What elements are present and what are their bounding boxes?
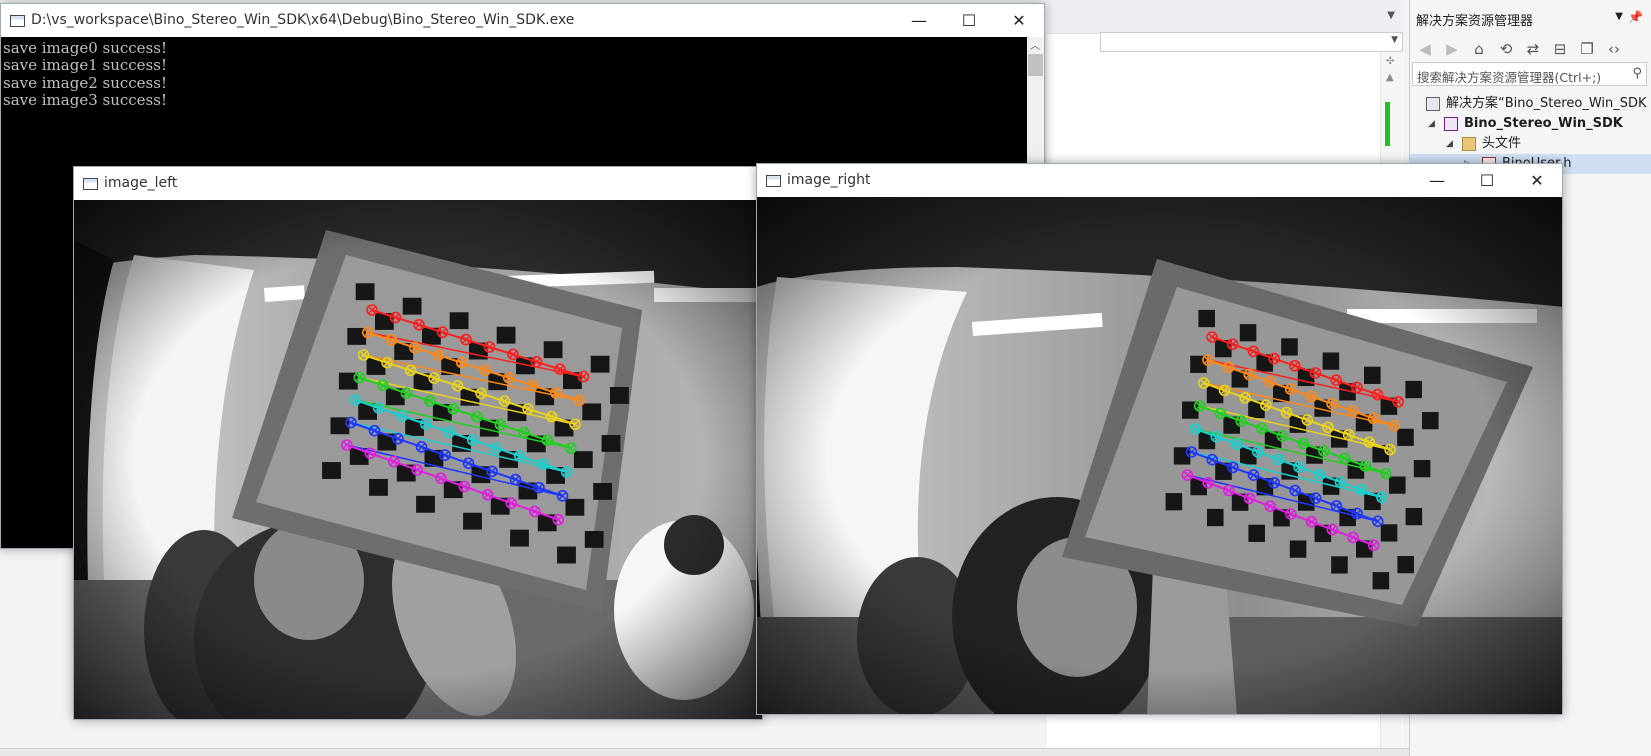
tree-item-solution[interactable]: 解决方案“Bino_Stereo_Win_SDK (1410, 94, 1651, 114)
chevron-down-icon: ▼ (1391, 35, 1398, 45)
solution-icon (1426, 97, 1440, 111)
close-icon[interactable]: ✕ (994, 4, 1044, 37)
maximize-icon[interactable]: ☐ (944, 4, 994, 37)
vignette (74, 200, 762, 719)
maximize-icon[interactable]: ☐ (1462, 164, 1512, 197)
forward-icon[interactable]: ▶ (1443, 40, 1461, 58)
home-icon[interactable]: ⌂ (1470, 40, 1488, 58)
search-placeholder: 搜索解决方案资源管理器(Ctrl+;) (1417, 70, 1602, 85)
solution-explorer-title: 解决方案资源管理器 (1416, 14, 1534, 29)
image-left-title: image_left (104, 175, 178, 191)
scroll-up-icon[interactable]: ︿ (1030, 37, 1040, 52)
scrollbar-thumb[interactable] (1028, 54, 1043, 76)
minimize-icon[interactable]: — (894, 4, 944, 37)
image-left-titlebar[interactable]: image_left (74, 167, 762, 200)
image-right-titlebar[interactable]: image_right — ☐ ✕ (757, 164, 1562, 197)
chevron-down-icon[interactable]: ▼ (1615, 11, 1623, 22)
console-title: D:\vs_workspace\Bino_Stereo_Win_SDK\x64\… (31, 12, 575, 28)
code-icon[interactable]: ‹› (1605, 40, 1623, 58)
minimize-icon[interactable]: — (1412, 164, 1462, 197)
tree-item-folder[interactable]: ◢ 头文件 (1410, 134, 1651, 154)
pin-icon[interactable]: 📌 (1628, 10, 1643, 24)
chevron-down-icon[interactable]: ▼ (1387, 10, 1395, 21)
expanded-icon[interactable]: ◢ (1428, 114, 1435, 134)
console-text: save image0 success! save image1 success… (3, 39, 167, 109)
close-icon[interactable]: ✕ (1512, 164, 1562, 197)
image-right-title: image_right (787, 172, 871, 188)
editor-tab-bar: ▼ (1047, 0, 1403, 34)
explorer-search-input[interactable]: 搜索解决方案资源管理器(Ctrl+;) ⚲ (1412, 62, 1647, 86)
collapse-all-icon[interactable]: ⊟ (1551, 40, 1569, 58)
window-app-icon (83, 178, 98, 190)
solution-explorer-header: 解决方案资源管理器 ▼ 📌 (1410, 0, 1651, 36)
window-app-icon (766, 175, 781, 187)
vignette (757, 197, 1562, 714)
status-bar (0, 748, 1651, 756)
copy-icon[interactable]: ❐ (1578, 40, 1596, 58)
scroll-up-icon[interactable]: ▲ (1386, 72, 1394, 83)
history-icon[interactable]: ⟲ (1497, 40, 1515, 58)
image-left-view[interactable] (74, 200, 762, 719)
tree-item-label: 解决方案“Bino_Stereo_Win_SDK (1446, 96, 1647, 111)
right-camera-frame (757, 197, 1562, 714)
sync-icon[interactable]: ⇄ (1524, 40, 1542, 58)
back-icon[interactable]: ◀ (1416, 40, 1434, 58)
expanded-icon[interactable]: ◢ (1446, 134, 1453, 154)
explorer-toolbar: ◀ ▶ ⌂ ⟲ ⇄ ⊟ ❐ ‹› (1410, 36, 1651, 62)
image-right-window: image_right — ☐ ✕ (756, 163, 1563, 715)
tree-item-label: Bino_Stereo_Win_SDK (1464, 116, 1623, 131)
image-left-window: image_left (73, 166, 763, 720)
project-icon (1444, 117, 1458, 131)
left-camera-frame (74, 200, 762, 719)
tree-item-label: 头文件 (1482, 136, 1522, 151)
image-right-view[interactable] (757, 197, 1562, 714)
solution-tree: 解决方案“Bino_Stereo_Win_SDK ◢ Bino_Stereo_W… (1410, 94, 1651, 174)
navigation-combo[interactable]: ▼ (1100, 32, 1403, 52)
console-app-icon (10, 15, 25, 27)
search-icon: ⚲ (1632, 66, 1642, 81)
tree-item-project[interactable]: ◢ Bino_Stereo_Win_SDK (1410, 114, 1651, 134)
split-icon[interactable]: ✣ (1386, 56, 1394, 67)
change-marker (1385, 102, 1390, 146)
folder-icon (1462, 137, 1476, 151)
console-titlebar[interactable]: D:\vs_workspace\Bino_Stereo_Win_SDK\x64\… (1, 4, 1044, 37)
